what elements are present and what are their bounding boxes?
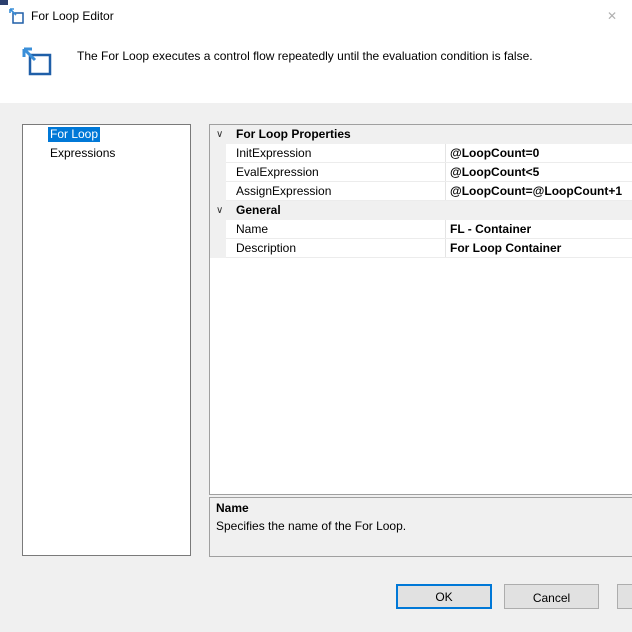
property-row-assignexpression[interactable]: AssignExpression @LoopCount=@LoopCount+1 [210, 182, 632, 201]
property-row-description[interactable]: Description For Loop Container [210, 239, 632, 258]
for-loop-window-icon [9, 8, 25, 24]
description-text: Specifies the name of the For Loop. [216, 519, 407, 533]
row-gutter [210, 220, 226, 239]
description-title: Name [216, 501, 249, 515]
row-gutter [210, 182, 226, 201]
category-label: For Loop Properties [236, 127, 351, 141]
property-name: InitExpression [236, 146, 312, 160]
chevron-down-icon[interactable]: ∨ [216, 126, 226, 143]
property-row-initexpression[interactable]: InitExpression @LoopCount=0 [210, 144, 632, 163]
nav-item-expressions[interactable]: Expressions [48, 146, 117, 161]
nav-item-for-loop[interactable]: For Loop [48, 127, 101, 142]
category-general[interactable]: ∨ General [210, 201, 632, 220]
close-icon[interactable]: ✕ [604, 8, 620, 24]
row-gutter [210, 163, 226, 182]
column-divider [445, 239, 446, 258]
help-button[interactable] [617, 584, 632, 609]
header-description: The For Loop executes a control flow rep… [77, 49, 533, 63]
chevron-down-icon[interactable]: ∨ [216, 202, 226, 219]
nav-panel: For Loop Expressions [22, 124, 191, 556]
property-name: AssignExpression [236, 184, 332, 198]
background-strip [0, 0, 8, 5]
column-divider [445, 144, 446, 163]
property-value[interactable]: @LoopCount<5 [450, 165, 539, 180]
category-label: General [236, 203, 281, 217]
column-divider [445, 182, 446, 201]
row-gutter [210, 144, 226, 163]
property-value[interactable]: @LoopCount=@LoopCount+1 [450, 184, 622, 199]
row-divider [226, 257, 632, 258]
property-value[interactable]: For Loop Container [450, 241, 561, 256]
ok-button[interactable]: OK [396, 584, 492, 609]
header-panel [0, 32, 632, 103]
property-row-evalexpression[interactable]: EvalExpression @LoopCount<5 [210, 163, 632, 182]
row-gutter [210, 239, 226, 258]
cancel-button[interactable]: Cancel [504, 584, 599, 609]
window-title: For Loop Editor [31, 9, 114, 23]
property-name: EvalExpression [236, 165, 319, 179]
property-name: Name [236, 222, 269, 236]
category-for-loop-properties[interactable]: ∨ For Loop Properties [210, 125, 632, 144]
column-divider [445, 163, 446, 182]
property-name: Description [236, 241, 297, 255]
for-loop-editor-icon [22, 46, 52, 76]
property-value[interactable]: FL - Container [450, 222, 531, 237]
property-grid: ∨ For Loop Properties InitExpression @Lo… [209, 124, 632, 495]
property-row-name[interactable]: Name FL - Container [210, 220, 632, 239]
column-divider [445, 220, 446, 239]
property-value[interactable]: @LoopCount=0 [450, 146, 539, 161]
